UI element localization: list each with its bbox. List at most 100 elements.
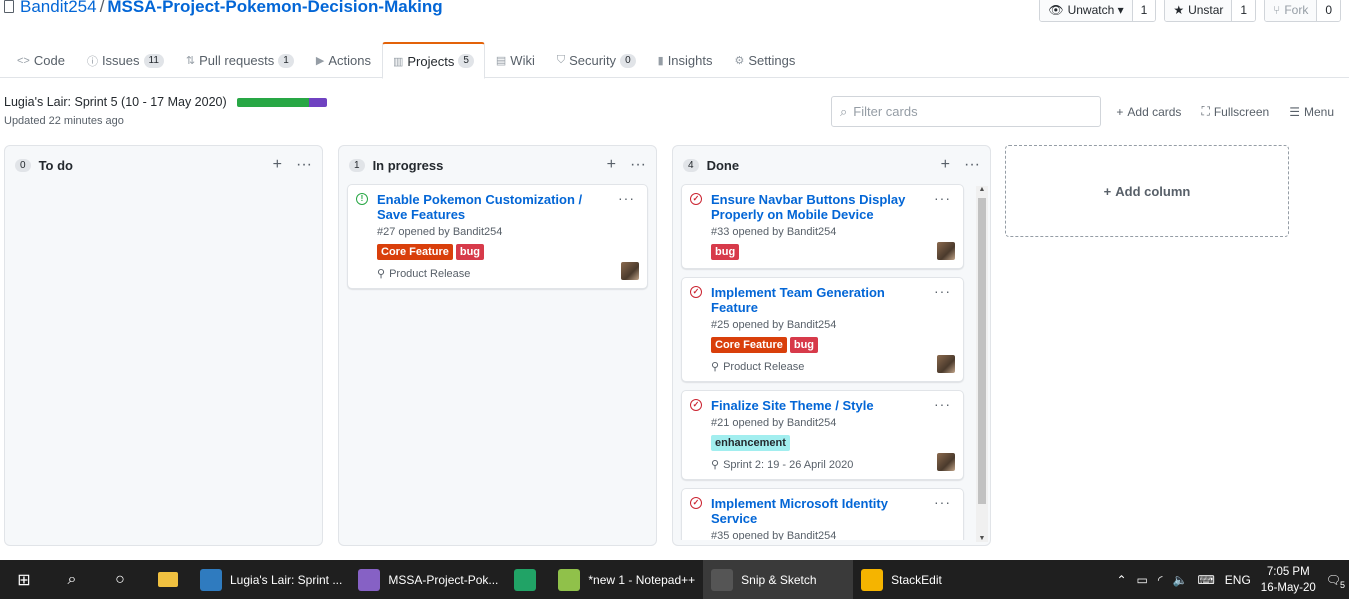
graph-icon: ▮	[657, 55, 664, 67]
issue-label[interactable]: bug	[789, 337, 819, 353]
cortana-icon[interactable]: ○	[96, 560, 144, 599]
fork-count[interactable]: 0	[1317, 0, 1340, 21]
card-menu-icon[interactable]: ···	[934, 494, 951, 510]
milestone[interactable]: ⚲ Sprint 2: 19 - 26 April 2020	[711, 458, 955, 472]
unstar-button[interactable]: ★ Unstar 1	[1164, 0, 1257, 22]
star-count[interactable]: 1	[1232, 0, 1256, 21]
tab-wiki[interactable]: ▤ Wiki	[485, 42, 546, 78]
shield-icon: ⛉	[556, 54, 566, 66]
issue-closed-icon: ✓	[690, 286, 702, 298]
avatar[interactable]	[937, 453, 955, 471]
tab-issues[interactable]: ⓘ Issues 11	[76, 42, 175, 78]
issue-title-link[interactable]: Implement Team Generation Feature	[711, 285, 955, 315]
visual-studio-icon	[358, 568, 381, 591]
windows-taskbar: ⊞ ⌕ ○ Lugia's Lair: Sprint ... MSSA-Proje…	[0, 560, 1349, 599]
issue-card[interactable]: ✓ ··· Ensure Navbar Buttons Display Prop…	[681, 184, 964, 269]
wifi-icon[interactable]: ◜	[1158, 573, 1163, 587]
more-options-icon[interactable]: ···	[964, 156, 980, 174]
issue-label[interactable]: enhancement	[711, 435, 790, 451]
column-card-count: 4	[683, 158, 699, 172]
issue-label[interactable]: bug	[711, 244, 740, 260]
avatar[interactable]	[621, 262, 639, 280]
project-icon: ▥	[392, 55, 404, 68]
scroll-down-icon[interactable]: ▼	[976, 535, 988, 542]
project-progress-bar	[236, 97, 327, 107]
file-explorer-icon[interactable]	[144, 560, 192, 599]
plus-icon[interactable]: +	[941, 156, 950, 174]
add-cards-button[interactable]: + Add cards	[1116, 104, 1181, 119]
watch-count[interactable]: 1	[1132, 0, 1156, 21]
chevron-up-icon[interactable]: ⌃	[1116, 573, 1126, 587]
avatar[interactable]	[937, 242, 955, 260]
search-icon[interactable]: ⌕	[48, 560, 96, 599]
tab-security[interactable]: ⛉ Security 0	[546, 42, 647, 78]
project-actions: + Add cards ⛶ Fullscreen ☰ Menu	[1116, 104, 1334, 119]
volume-icon[interactable]: 🔈	[1173, 573, 1188, 587]
taskbar-app[interactable]	[506, 560, 550, 599]
tab-actions[interactable]: ▶ Actions	[305, 42, 382, 78]
milestone[interactable]: ⚲ Product Release	[711, 360, 955, 374]
avatar[interactable]	[937, 355, 955, 373]
card-menu-icon[interactable]: ···	[618, 190, 635, 206]
card-menu-icon[interactable]: ···	[934, 190, 951, 206]
more-options-icon[interactable]: ···	[630, 156, 646, 174]
issue-title-link[interactable]: Enable Pokemon Customization / Save Feat…	[377, 192, 639, 222]
clock[interactable]: 7:05 PM 16-May-20	[1261, 564, 1316, 596]
gear-icon: ⚙	[734, 55, 745, 67]
repo-title: Bandit254/MSSA-Project-Pokemon-Decision-…	[4, 0, 443, 17]
windows-start-icon[interactable]: ⊞	[0, 560, 48, 599]
more-options-icon[interactable]: ···	[296, 156, 312, 174]
issue-label[interactable]: Core Feature	[711, 337, 787, 353]
plus-icon[interactable]: +	[273, 156, 282, 174]
repo-name-link[interactable]: MSSA-Project-Pokemon-Decision-Making	[107, 0, 442, 16]
card-menu-icon[interactable]: ···	[934, 396, 951, 412]
tab-count: 11	[143, 53, 164, 68]
fullscreen-button[interactable]: ⛶ Fullscreen	[1201, 104, 1269, 119]
column-header: 4 Done + ···	[673, 146, 990, 184]
battery-icon[interactable]: ▭	[1137, 573, 1148, 587]
filter-cards-input[interactable]: ⌕ Filter cards	[831, 96, 1101, 127]
issue-label[interactable]: Core Feature	[377, 244, 453, 260]
issue-meta: #25 opened by Bandit254	[711, 319, 837, 331]
tab-projects[interactable]: ▥ Projects 5	[381, 42, 485, 79]
menu-button[interactable]: ☰ Menu	[1289, 104, 1334, 119]
issue-card[interactable]: ✓ ··· Implement Team Generation Feature …	[681, 277, 964, 382]
card-menu-icon[interactable]: ···	[934, 283, 951, 299]
taskbar-app[interactable]: Snip & Sketch	[703, 560, 854, 599]
tab-settings[interactable]: ⚙ Settings	[724, 42, 807, 78]
issue-icon: ⓘ	[86, 55, 98, 68]
search-icon: ⌕	[840, 103, 848, 119]
issue-card[interactable]: ✓ ··· Implement Microsoft Identity Servi…	[681, 488, 964, 540]
add-column-button[interactable]: + Add column	[1005, 145, 1289, 237]
milestone[interactable]: ⚲ Product Release	[377, 267, 639, 281]
tab-insights[interactable]: ▮ Insights	[647, 42, 724, 78]
repo-header: Bandit254/MSSA-Project-Pokemon-Decision-…	[0, 0, 1349, 22]
column-title: In progress	[372, 157, 444, 173]
tab-code[interactable]: <> Code	[6, 42, 76, 78]
column-scrollbar[interactable]: ▲ ▼	[976, 186, 988, 542]
taskbar-app[interactable]: *new 1 - Notepad++	[550, 560, 703, 599]
taskbar-app[interactable]: Lugia's Lair: Sprint ...	[192, 560, 350, 599]
issue-title-link[interactable]: Finalize Site Theme / Style	[711, 398, 955, 413]
system-tray: ⌃ ▭ ◜ 🔈 ⌨ ENG 7:05 PM 16-May-20 🗨 5	[1116, 564, 1349, 596]
language-indicator[interactable]: ENG	[1225, 573, 1251, 587]
issue-title-link[interactable]: Implement Microsoft Identity Service	[711, 496, 955, 526]
plus-icon[interactable]: +	[607, 156, 616, 174]
column-to-do: 0 To do + ···	[4, 145, 323, 546]
issue-card[interactable]: ✓ ··· Finalize Site Theme / Style #21 op…	[681, 390, 964, 480]
taskbar-app[interactable]: StackEdit	[853, 560, 1003, 599]
scroll-up-icon[interactable]: ▲	[976, 186, 988, 193]
taskbar-app[interactable]: MSSA-Project-Pok...	[350, 560, 506, 599]
column-card-count: 0	[15, 158, 31, 172]
tab-pull-requests[interactable]: ⇅ Pull requests 1	[175, 42, 305, 78]
unwatch-button[interactable]: 👁 Unwatch ▾ 1	[1039, 0, 1157, 22]
issue-card[interactable]: ! ··· Enable Pokemon Customization / Sav…	[347, 184, 648, 289]
keyboard-icon[interactable]: ⌨	[1197, 573, 1214, 587]
column-done: 4 Done + ··· ✓ ··· Ensure Navbar Buttons …	[672, 145, 991, 546]
milestone-icon: ⚲	[377, 268, 386, 280]
issue-label[interactable]: bug	[455, 244, 485, 260]
issue-title-link[interactable]: Ensure Navbar Buttons Display Properly o…	[711, 192, 955, 222]
fork-button[interactable]: ⑂ Fork 0	[1264, 0, 1341, 22]
notifications-icon[interactable]: 🗨 5	[1326, 573, 1345, 590]
repo-owner-link[interactable]: Bandit254	[20, 0, 97, 16]
